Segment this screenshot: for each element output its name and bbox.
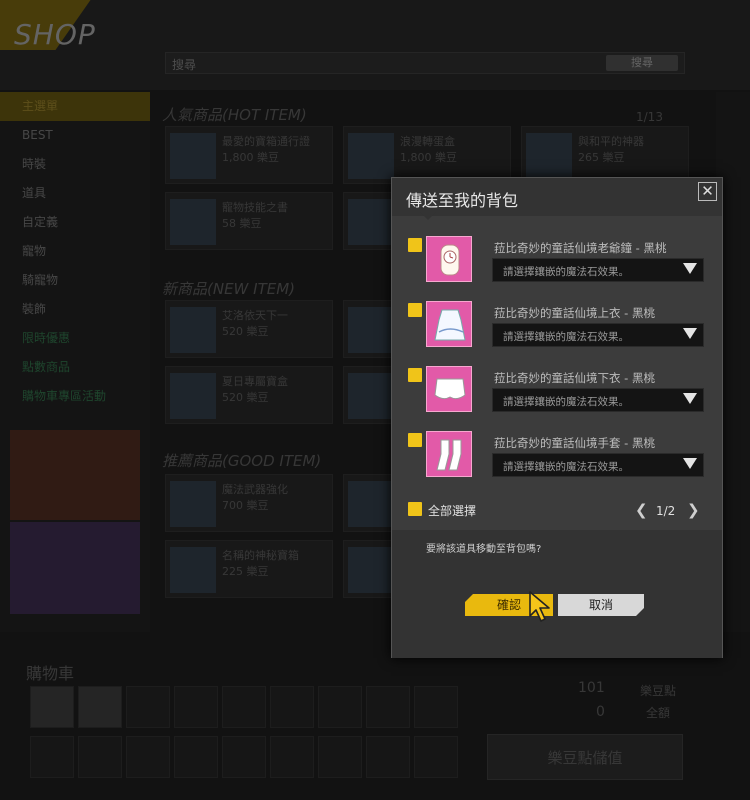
dropdown-arrow-icon — [683, 458, 697, 469]
item-name: 菈比奇妙的童話仙境上衣 - 黑桃 — [494, 306, 655, 320]
magic-stone-select[interactable]: 請選擇鑲嵌的魔法石效果。 — [492, 258, 704, 282]
select-all-control[interactable]: 全部選擇 — [408, 501, 558, 519]
cancel-button[interactable]: 取消 — [558, 594, 644, 616]
item-name: 菈比奇妙的童話仙境手套 - 黑桃 — [494, 436, 655, 450]
magic-stone-select[interactable]: 請選擇鑲嵌的魔法石效果。 — [492, 388, 704, 412]
stone-select-text: 請選擇鑲嵌的魔法石效果。 — [503, 331, 629, 343]
page-indicator: 1/2 — [656, 504, 676, 518]
dropdown-arrow-icon — [683, 263, 697, 274]
send-to-backpack-dialog: 傳送至我的背包 ✕ 菈比奇妙的童話仙境老爺鐘 - 黑桃 請選擇鑲嵌的魔法石效果。… — [391, 177, 723, 658]
dialog-footer: 要將該道具移動至背包嗎? 確認 取消 — [392, 530, 722, 658]
gloves-icon — [426, 431, 472, 477]
dialog-title: 傳送至我的背包 — [406, 191, 519, 210]
title-notch — [420, 212, 436, 220]
close-button[interactable]: ✕ — [698, 182, 717, 201]
item-name: 菈比奇妙的童話仙境下衣 - 黑桃 — [494, 371, 655, 385]
skirt-icon — [426, 366, 472, 412]
item-checkbox[interactable] — [408, 238, 422, 252]
magic-stone-select[interactable]: 請選擇鑲嵌的魔法石效果。 — [492, 323, 704, 347]
mouse-cursor-icon — [529, 591, 550, 622]
dress-top-icon — [426, 301, 472, 347]
dialog-item-row: 菈比奇妙的童話仙境下衣 - 黑桃 請選擇鑲嵌的魔法石效果。 — [406, 366, 706, 422]
magic-stone-select[interactable]: 請選擇鑲嵌的魔法石效果。 — [492, 453, 704, 477]
stone-select-text: 請選擇鑲嵌的魔法石效果。 — [503, 266, 629, 278]
stone-select-text: 請選擇鑲嵌的魔法石效果。 — [503, 461, 629, 473]
dropdown-arrow-icon — [683, 328, 697, 339]
page-next-icon[interactable]: ❯ — [687, 501, 700, 519]
dialog-item-row: 菈比奇妙的童話仙境老爺鐘 - 黑桃 請選擇鑲嵌的魔法石效果。 — [406, 236, 706, 292]
item-checkbox[interactable] — [408, 303, 422, 317]
dialog-item-row: 菈比奇妙的童話仙境手套 - 黑桃 請選擇鑲嵌的魔法石效果。 — [406, 431, 706, 487]
dropdown-arrow-icon — [683, 393, 697, 404]
item-checkbox[interactable] — [408, 433, 422, 447]
item-name: 菈比奇妙的童話仙境老爺鐘 - 黑桃 — [494, 241, 667, 255]
item-checkbox[interactable] — [408, 368, 422, 382]
dialog-item-row: 菈比奇妙的童話仙境上衣 - 黑桃 請選擇鑲嵌的魔法石效果。 — [406, 301, 706, 357]
confirm-question: 要將該道具移動至背包嗎? — [426, 544, 542, 555]
select-all-label: 全部選擇 — [428, 504, 477, 518]
select-all-checkbox[interactable] — [408, 502, 422, 516]
clock-costume-icon — [426, 236, 472, 282]
page-prev-icon[interactable]: ❮ — [635, 501, 648, 519]
dialog-header: 傳送至我的背包 ✕ — [392, 178, 722, 220]
stone-select-text: 請選擇鑲嵌的魔法石效果。 — [503, 396, 629, 408]
